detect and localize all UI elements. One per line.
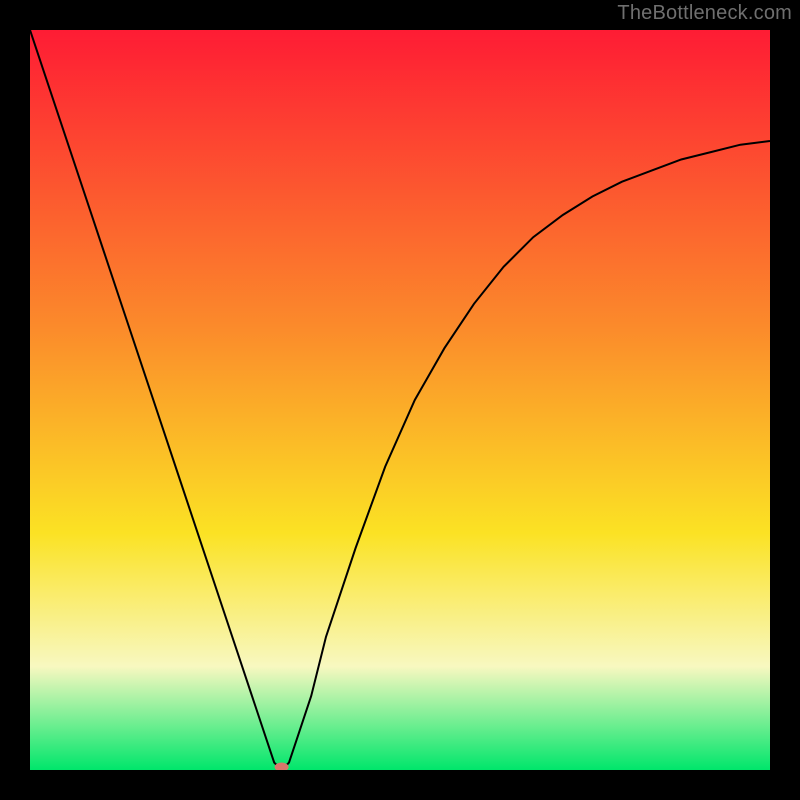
bottleneck-chart xyxy=(30,30,770,770)
chart-frame: TheBottleneck.com xyxy=(0,0,800,800)
plot-area xyxy=(30,30,770,770)
gradient-background xyxy=(30,30,770,770)
watermark-text: TheBottleneck.com xyxy=(617,2,792,25)
